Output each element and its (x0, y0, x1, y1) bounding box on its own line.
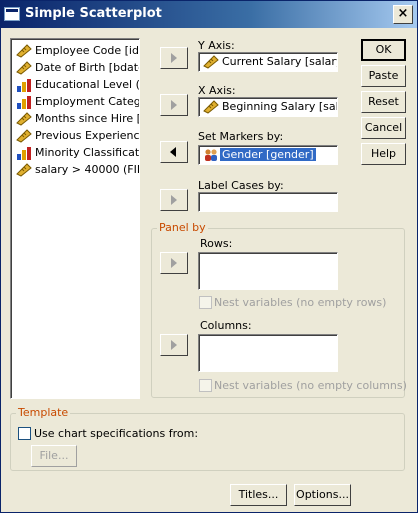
x-axis-label: X Axis: (198, 84, 236, 97)
move-to-columns-button[interactable] (160, 334, 188, 356)
set-markers-label: Set Markers by: (198, 130, 284, 143)
scale-ruler-icon (16, 61, 32, 75)
label-cases-field[interactable] (198, 192, 338, 212)
right-arrow-icon (171, 340, 177, 350)
window-icon (4, 7, 20, 21)
use-chart-spec-checkbox[interactable] (18, 427, 31, 440)
reset-button[interactable]: Reset (361, 91, 406, 113)
move-to-x-axis-button[interactable] (160, 94, 188, 116)
panel-by-title: Panel by (157, 221, 208, 234)
ok-button[interactable]: OK (361, 39, 406, 61)
right-arrow-icon (171, 100, 177, 110)
template-title: Template (16, 406, 71, 419)
label-cases-label: Label Cases by: (198, 179, 284, 192)
scale-ruler-icon (16, 163, 32, 177)
variable-list-item[interactable]: salary > 40000 (FILTE (14, 162, 139, 178)
title-bar[interactable]: Simple Scatterplot × (1, 1, 417, 28)
rows-field[interactable] (198, 252, 338, 290)
window-title: Simple Scatterplot (25, 6, 162, 21)
scatterplot-dialog: Simple Scatterplot × Employee Code [id] D… (0, 0, 418, 513)
variable-list-item[interactable]: Minority Classification [ (14, 145, 140, 161)
x-axis-value: Beginning Salary [salbeg (222, 100, 337, 113)
rows-label: Rows: (200, 237, 233, 250)
variable-label: Previous Experience (r (35, 129, 140, 142)
file-button[interactable]: File... (31, 445, 77, 467)
move-to-rows-button[interactable] (160, 252, 188, 274)
x-axis-field[interactable]: Beginning Salary [salbeg (198, 97, 338, 117)
right-arrow-icon (171, 258, 177, 268)
columns-field[interactable] (198, 334, 338, 372)
variable-label: salary > 40000 (FILTE (35, 163, 139, 176)
move-to-y-axis-button[interactable] (160, 47, 188, 69)
columns-label: Columns: (200, 319, 252, 332)
scale-ruler-icon (16, 44, 32, 58)
titles-button[interactable]: Titles... (230, 484, 287, 506)
variable-label: Educational Level (yea (35, 78, 140, 91)
ordinal-bars-icon (16, 146, 32, 160)
set-markers-value: Gender [gender] (220, 148, 316, 161)
variable-list-item[interactable]: Employment Category (14, 94, 139, 110)
scale-ruler-icon (203, 100, 219, 114)
set-markers-field[interactable]: Gender [gender] (198, 145, 338, 165)
close-button[interactable]: × (393, 5, 413, 24)
scale-ruler-icon (203, 55, 219, 69)
left-arrow-icon (170, 147, 176, 157)
ordinal-bars-icon (16, 95, 32, 109)
ordinal-bars-icon (16, 78, 32, 92)
y-axis-field[interactable]: Current Salary [salary] (198, 52, 338, 72)
options-button[interactable]: Options... (294, 484, 351, 506)
y-axis-value: Current Salary [salary] (222, 55, 338, 68)
paste-button[interactable]: Paste (361, 65, 406, 87)
variable-label: Date of Birth [bdate] (35, 61, 140, 74)
nest-rows-label: Nest variables (no empty rows) (214, 296, 387, 309)
variable-label: Minority Classification [ (35, 146, 140, 159)
variable-list-item[interactable]: Previous Experience (r (14, 128, 140, 144)
variable-label: Months since Hire [job (35, 112, 139, 125)
scale-ruler-icon (16, 129, 32, 143)
use-chart-spec-label: Use chart specifications from: (34, 427, 199, 440)
variable-list-item[interactable]: Employee Code [id] (14, 43, 140, 59)
move-to-label-cases-button[interactable] (160, 189, 188, 211)
variable-label: Employee Code [id] (35, 44, 140, 57)
move-to-set-markers-button[interactable] (160, 141, 188, 163)
variable-list-item[interactable]: Educational Level (yea (14, 77, 140, 93)
right-arrow-icon (171, 195, 177, 205)
nest-columns-label: Nest variables (no empty columns) (214, 379, 407, 392)
variable-label: Employment Category (35, 95, 139, 108)
nominal-people-icon (203, 148, 219, 162)
variable-list[interactable]: Employee Code [id] Date of Birth [bdate] E… (10, 38, 140, 399)
help-button[interactable]: Help (361, 143, 406, 165)
right-arrow-icon (171, 53, 177, 63)
nest-rows-checkbox[interactable] (199, 296, 212, 309)
variable-list-item[interactable]: Months since Hire [job (14, 111, 139, 127)
nest-columns-checkbox[interactable] (199, 379, 212, 392)
cancel-button[interactable]: Cancel (361, 117, 406, 139)
variable-list-item[interactable]: Date of Birth [bdate] (14, 60, 140, 76)
y-axis-label: Y Axis: (198, 39, 235, 52)
scale-ruler-icon (16, 112, 32, 126)
